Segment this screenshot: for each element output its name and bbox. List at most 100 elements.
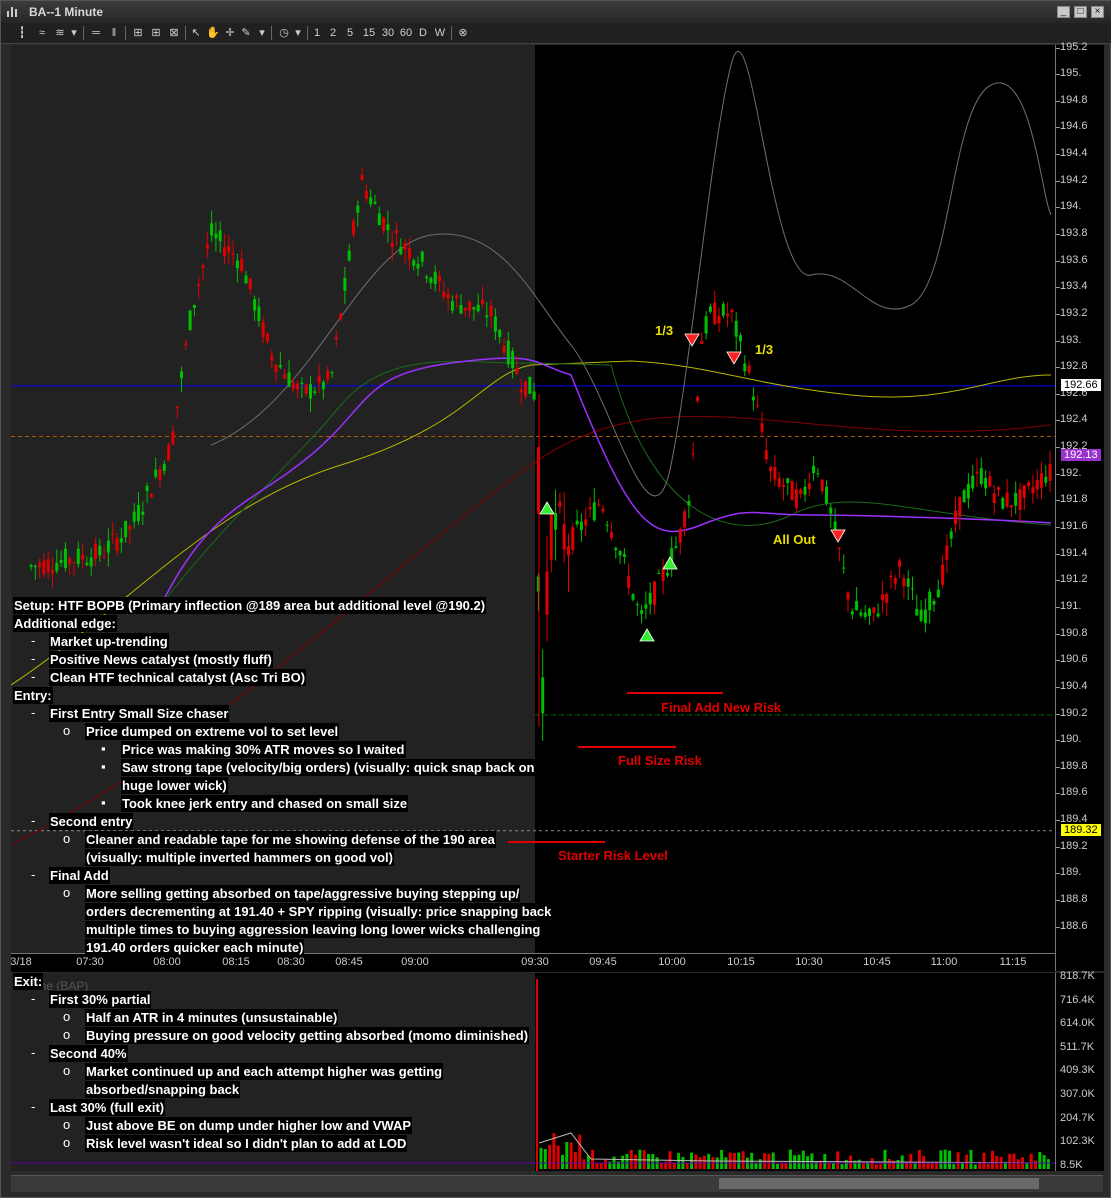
interval-2[interactable]: 2 (327, 25, 339, 41)
volume-bar (887, 1158, 891, 1169)
interval-day[interactable]: D (417, 25, 429, 41)
candle-body (137, 505, 140, 522)
interval-1[interactable]: 1 (311, 25, 323, 41)
candle-body (558, 501, 562, 507)
grid2-icon[interactable]: ⊞ (149, 25, 163, 41)
price-axis-label: 192.4 (1060, 413, 1088, 426)
line2-icon[interactable]: ≋ (53, 25, 67, 41)
candle-body (141, 511, 145, 515)
volume-axis-label: 818.7K (1060, 970, 1095, 982)
price-tag: 189.32 (1061, 823, 1101, 836)
title-bar[interactable]: BA--1 Minute _ □ × (1, 1, 1111, 23)
candle-body (799, 489, 803, 494)
candle-body (713, 302, 717, 324)
candle-body (859, 612, 863, 616)
candle-body (287, 372, 291, 387)
interval-15[interactable]: 15 (361, 25, 377, 41)
price-axis-label: 191.2 (1060, 573, 1088, 586)
lines-icon[interactable]: ═ (89, 25, 103, 41)
grid-icon[interactable]: ⊞ (131, 25, 145, 41)
clock-icon[interactable]: ◷ (277, 25, 291, 41)
candle-body (386, 224, 390, 231)
exit-marker-second-third (726, 351, 742, 365)
dropdown-icon[interactable]: ▾ (257, 25, 267, 41)
bars-icon[interactable]: ┇ (15, 25, 29, 41)
price-axis-label: 193.2 (1060, 306, 1088, 319)
note-edge-2: Positive News catalyst (mostly fluff) (49, 651, 273, 668)
dropdown-icon[interactable]: ▾ (293, 25, 303, 41)
candle-body (472, 307, 476, 310)
minimize-button[interactable]: _ (1057, 6, 1070, 18)
candle-body (1035, 480, 1039, 490)
candle-body (278, 365, 282, 368)
interval-week[interactable]: W (433, 25, 447, 41)
candle-body (863, 612, 867, 617)
candle-body (880, 594, 884, 601)
candle-body (369, 197, 373, 205)
candle-body (730, 309, 734, 313)
candle-body (33, 565, 37, 568)
cancel-icon[interactable]: ⊗ (456, 25, 470, 41)
interval-30[interactable]: 30 (380, 25, 396, 41)
time-axis-label: 3/18 (10, 956, 32, 968)
candle-body (855, 600, 859, 611)
crosshair-icon[interactable]: ✛ (223, 25, 237, 41)
candle-body (476, 304, 480, 312)
candle-body (747, 365, 751, 373)
volume-bar (905, 1162, 908, 1169)
pointer-icon[interactable]: ↖ (189, 25, 203, 41)
candle-body (38, 562, 42, 568)
candle-body (407, 248, 411, 259)
candle-body (575, 520, 579, 525)
line-icon[interactable]: ≈ (35, 25, 49, 41)
note-entry-1a3: Took knee jerk entry and chased on small… (121, 795, 409, 812)
candle-body (85, 562, 89, 565)
candle-body (235, 260, 239, 269)
candle-body (988, 476, 992, 487)
candle-body (661, 568, 665, 581)
scrollbar-thumb[interactable] (719, 1178, 1039, 1189)
interval-5[interactable]: 5 (344, 25, 356, 41)
candle-body (532, 391, 536, 400)
note-entry-1a1: Price was making 30% ATR moves so I wait… (121, 741, 406, 758)
note-entry-3a-cont3: 191.40 orders quicker each minute) (85, 939, 305, 956)
candle-body (889, 575, 893, 577)
candle-body (511, 351, 515, 369)
candle-body (812, 465, 816, 474)
candle-body (984, 477, 988, 489)
candle-body (377, 213, 381, 226)
time-axis-label: 08:30 (277, 956, 305, 968)
candle-body (868, 608, 871, 616)
volume-bar (659, 1163, 663, 1169)
volume-bar (758, 1159, 762, 1169)
dropdown-icon[interactable]: ▾ (69, 25, 79, 41)
candle-body (498, 330, 502, 337)
candle-body (317, 375, 321, 383)
volume-bar (784, 1162, 788, 1169)
horizontal-scrollbar[interactable] (11, 1175, 1103, 1192)
maximize-button[interactable]: □ (1074, 6, 1087, 18)
candle-body (790, 481, 794, 501)
bars2-icon[interactable]: ‖ (107, 25, 121, 41)
hand-icon[interactable]: ✋ (206, 25, 220, 41)
candle-body (515, 368, 519, 374)
interval-60[interactable]: 60 (398, 25, 414, 41)
volume-axis-label: 511.7K (1060, 1040, 1095, 1053)
note-entry-2: Second entry (49, 813, 134, 830)
volume-bar (578, 1134, 582, 1169)
volume-bar (1008, 1153, 1012, 1169)
candle-body (46, 559, 50, 572)
candle-body (567, 546, 570, 556)
grid3-icon[interactable]: ⊠ (167, 25, 181, 41)
pencil-icon[interactable]: ✎ (239, 25, 253, 41)
close-button[interactable]: × (1091, 6, 1104, 18)
candle-body (919, 609, 923, 622)
candle-body (751, 396, 755, 401)
candle-body (145, 485, 149, 492)
candle-body (756, 405, 760, 407)
candle-body (416, 263, 420, 269)
candle-body (98, 545, 102, 556)
candle-body (726, 313, 730, 316)
volume-axis[interactable]: 818.7K 716.4K 614.0K 511.7K 409.3K 307.0K 204.… (1055, 970, 1104, 1171)
candle-body (223, 247, 226, 257)
